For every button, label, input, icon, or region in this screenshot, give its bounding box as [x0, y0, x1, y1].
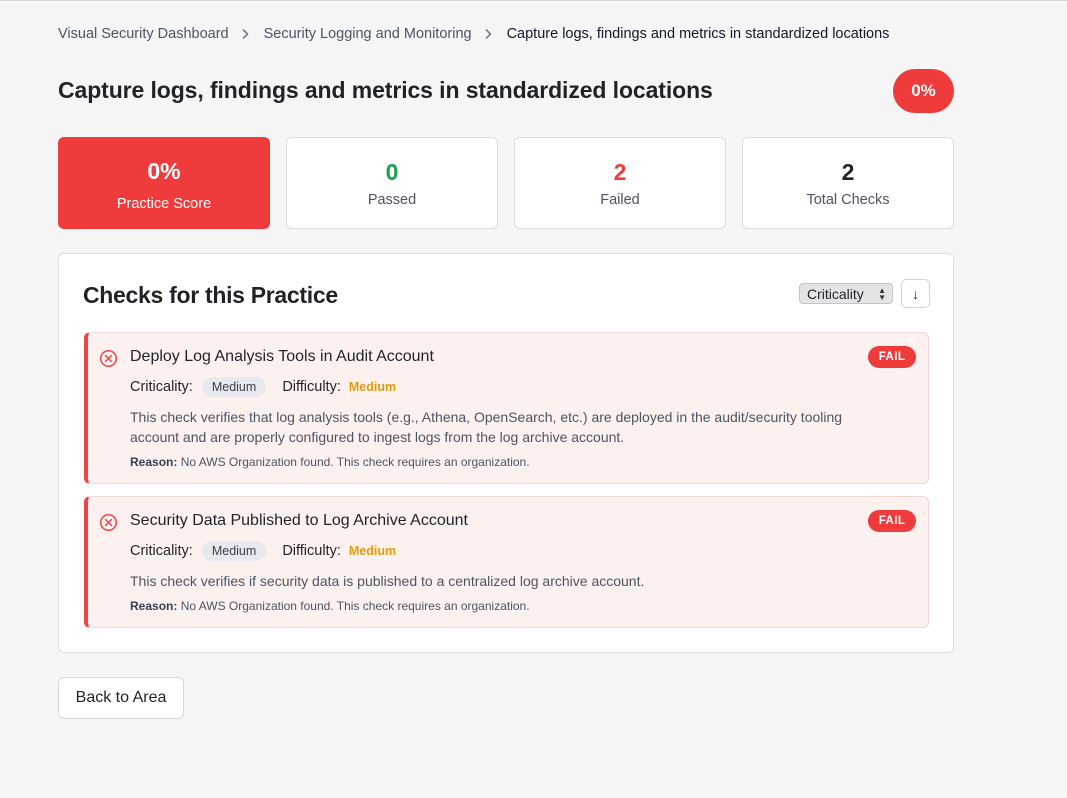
checks-title: Checks for this Practice — [83, 282, 338, 308]
total-checks-card: 2 Total Checks — [742, 137, 954, 229]
failed-value: 2 — [613, 159, 627, 185]
select-arrows-icon: ▲ ▼ — [878, 286, 886, 302]
criticality-badge: Medium — [201, 541, 267, 561]
criticality-label: Criticality: — [130, 379, 193, 395]
total-checks-value: 2 — [841, 159, 855, 185]
status-badge: FAIL — [868, 510, 916, 532]
check-meta: Criticality: Medium Difficulty: Medium — [130, 377, 396, 397]
difficulty-label: Difficulty: — [282, 379, 341, 395]
reason-label: Reason: — [130, 599, 178, 613]
reason-text: No AWS Organization found. This check re… — [180, 599, 530, 613]
status-badge: FAIL — [868, 346, 916, 368]
failed-label: Failed — [600, 192, 640, 208]
check-name: Security Data Published to Log Archive A… — [130, 512, 468, 529]
passed-card: 0 Passed — [286, 137, 498, 229]
practice-score-value: 0% — [147, 158, 181, 184]
sort-select-value: Criticality — [807, 285, 864, 302]
breadcrumb: Visual Security Dashboard Security Loggi… — [58, 26, 889, 42]
criticality-badge: Medium — [201, 377, 267, 397]
reason-text: No AWS Organization found. This check re… — [180, 455, 530, 469]
back-to-area-button[interactable]: Back to Area — [58, 677, 184, 719]
breadcrumb-item-area[interactable]: Security Logging and Monitoring — [264, 26, 472, 42]
check-item[interactable]: Deploy Log Analysis Tools in Audit Accou… — [84, 332, 929, 484]
total-checks-label: Total Checks — [806, 192, 890, 208]
chevron-right-icon — [241, 28, 250, 40]
arrow-down-icon: ↓ — [912, 285, 919, 302]
breadcrumb-item-dashboard[interactable]: Visual Security Dashboard — [58, 26, 229, 42]
passed-label: Passed — [367, 192, 417, 208]
chevron-right-icon — [484, 28, 493, 40]
check-name: Deploy Log Analysis Tools in Audit Accou… — [130, 348, 434, 365]
practice-score-label: Practice Score — [116, 196, 212, 212]
check-description: This check verifies if security data is … — [130, 573, 645, 589]
check-reason: Reason: No AWS Organization found. This … — [130, 599, 530, 613]
page-title: Capture logs, findings and metrics in st… — [58, 77, 713, 103]
difficulty-value: Medium — [348, 380, 397, 394]
criticality-label: Criticality: — [130, 543, 193, 559]
practice-score-card: 0% Practice Score — [58, 137, 270, 229]
difficulty-label: Difficulty: — [282, 543, 341, 559]
check-description: This check verifies that log analysis to… — [130, 409, 843, 445]
sort-select[interactable]: Criticality ▲ ▼ — [799, 283, 893, 304]
passed-value: 0 — [385, 159, 399, 185]
check-item[interactable]: Security Data Published to Log Archive A… — [84, 496, 929, 628]
sort-direction-button[interactable]: ↓ — [901, 279, 930, 308]
top-divider — [0, 0, 1067, 1]
breadcrumb-current: Capture logs, findings and metrics in st… — [506, 26, 890, 42]
check-reason: Reason: No AWS Organization found. This … — [130, 455, 530, 469]
reason-label: Reason: — [130, 455, 178, 469]
fail-circle-x-icon — [99, 513, 118, 532]
difficulty-value: Medium — [348, 544, 397, 558]
checks-panel: Checks for this Practice Criticality ▲ ▼ … — [58, 253, 954, 653]
failed-card: 2 Failed — [514, 137, 726, 229]
fail-circle-x-icon — [99, 349, 118, 368]
score-pill: 0% — [893, 69, 954, 113]
check-meta: Criticality: Medium Difficulty: Medium — [130, 541, 396, 561]
